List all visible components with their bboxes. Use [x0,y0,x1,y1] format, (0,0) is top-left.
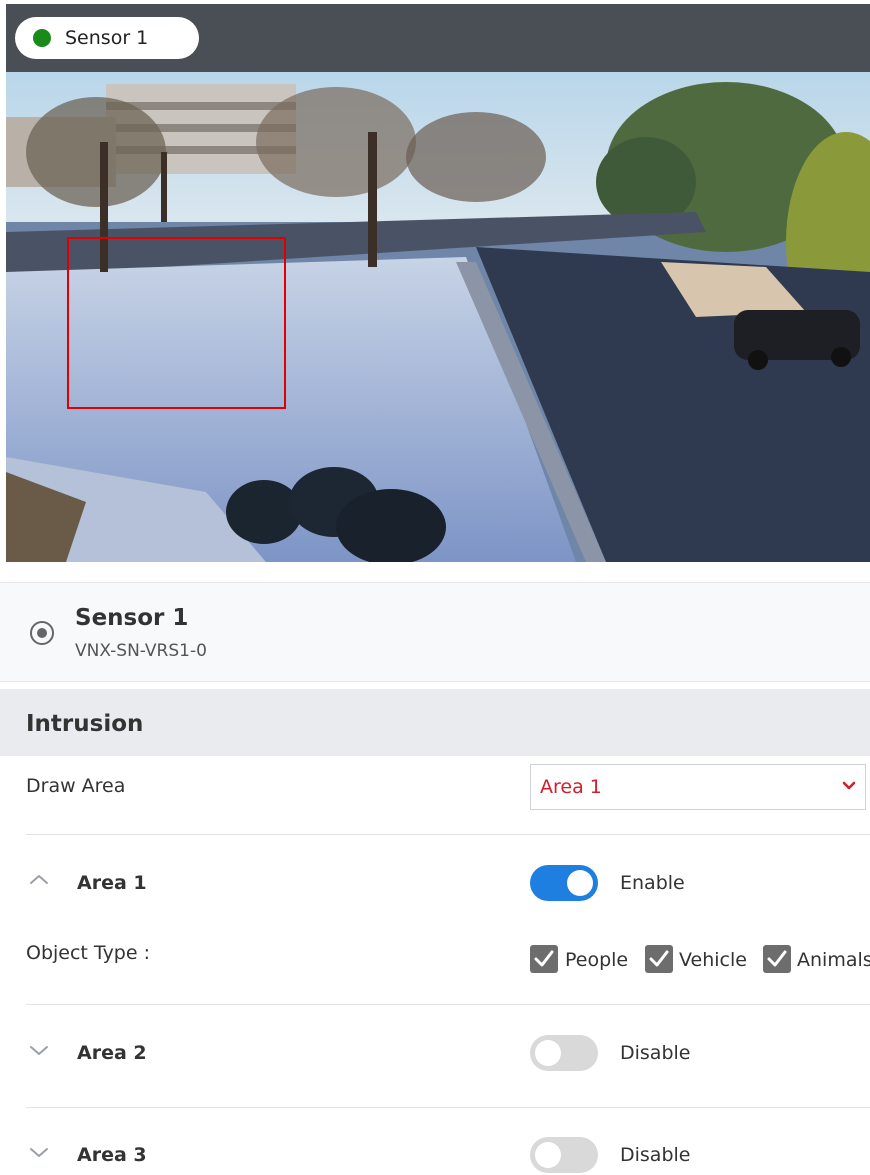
sensor-radio-button[interactable] [30,621,54,645]
check-icon [534,950,554,967]
draw-area-selected-value: Area 1 [540,776,602,798]
divider [26,1004,870,1005]
area-3-title[interactable]: Area 3 [77,1144,147,1166]
people-label: People [565,949,629,971]
camera-header-bar: Sensor 1 [6,4,870,72]
area-2-title[interactable]: Area 2 [77,1042,147,1064]
toggle-knob [535,1142,561,1168]
sensor-selector-pill[interactable]: Sensor 1 [15,17,199,59]
area-1-toggle[interactable] [530,865,598,901]
vehicle-label: Vehicle [679,949,747,971]
check-icon [767,950,787,967]
animals-checkbox[interactable] [763,945,791,973]
camera-live-view[interactable] [6,72,870,562]
sensor-info-panel: Sensor 1 VNX-SN-VRS1-0 [0,583,870,681]
status-online-icon [33,29,51,47]
vehicle-checkbox[interactable] [645,945,673,973]
toggle-knob [567,870,593,896]
chevron-down-icon[interactable] [28,1044,50,1058]
divider [26,834,870,835]
draw-area-rectangle[interactable] [67,237,286,409]
divider [26,1107,870,1108]
toggle-knob [535,1040,561,1066]
area-1-status: Enable [620,872,685,894]
draw-area-select[interactable]: Area 1 [530,764,866,810]
area-2-toggle[interactable] [530,1035,598,1071]
people-checkbox[interactable] [530,945,558,973]
object-type-label: Object Type : [26,942,151,964]
area-3-toggle[interactable] [530,1137,598,1173]
sensor-id: VNX-SN-VRS1-0 [75,641,207,661]
sensor-pill-label: Sensor 1 [65,27,149,49]
animals-label: Animals [797,949,870,971]
area-1-title[interactable]: Area 1 [77,872,147,894]
chevron-up-icon[interactable] [28,872,50,886]
area-3-status: Disable [620,1144,691,1166]
section-title: Intrusion [26,711,144,737]
draw-area-label: Draw Area [26,775,126,797]
chevron-down-icon [842,781,856,790]
intrusion-section-header: Intrusion [0,689,870,756]
divider [0,681,870,682]
check-icon [649,950,669,967]
chevron-down-icon[interactable] [28,1146,50,1160]
area-2-status: Disable [620,1042,691,1064]
sensor-name: Sensor 1 [75,605,189,631]
